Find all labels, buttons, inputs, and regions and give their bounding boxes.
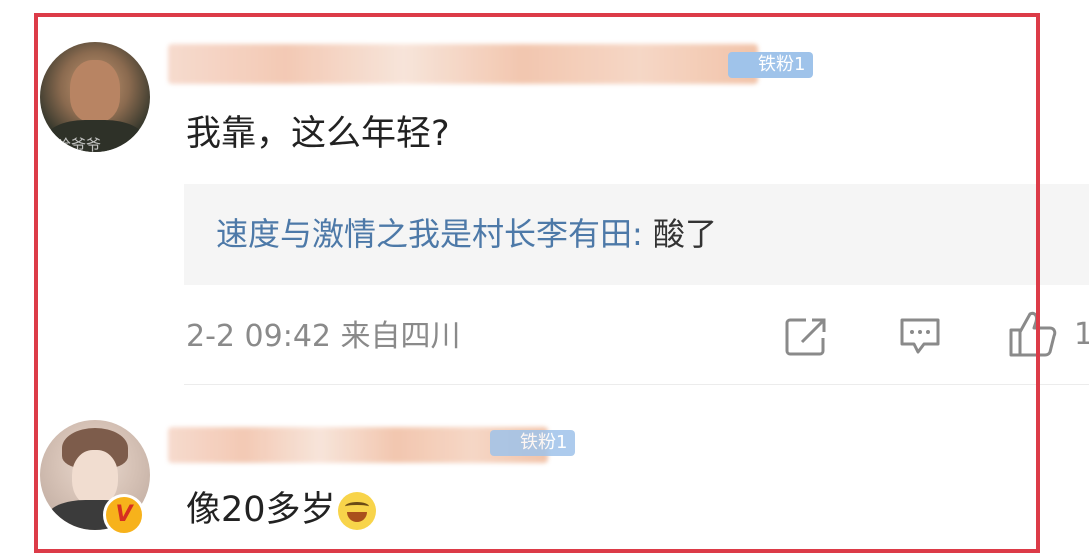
comment-icon[interactable] bbox=[898, 316, 942, 356]
comment-divider bbox=[184, 384, 1089, 385]
username-blurred[interactable] bbox=[168, 44, 758, 84]
thumbs-up-icon[interactable] bbox=[1008, 310, 1058, 358]
reply-separator: : bbox=[632, 215, 643, 253]
like-count: 1 bbox=[1074, 317, 1089, 352]
reply-preview[interactable]: 速度与激情之我是村长李有田: 酸了 bbox=[184, 184, 1089, 285]
reply-text: 酸了 bbox=[642, 215, 717, 253]
comment-meta: 2-2 09:42 来自四川 bbox=[186, 319, 461, 354]
verified-badge: V bbox=[103, 494, 145, 536]
laughing-crying-emoji-icon bbox=[337, 492, 376, 530]
fan-badge: 铁粉1 bbox=[728, 52, 814, 78]
fan-badge: 铁粉1 bbox=[490, 430, 576, 456]
share-icon[interactable] bbox=[784, 316, 828, 356]
user-avatar[interactable]: 哈爷爷 bbox=[40, 42, 150, 152]
avatar-watermark: 哈爷爷 bbox=[56, 136, 102, 152]
comment-text: 我靠，这么年轻? bbox=[186, 114, 450, 154]
comment-text-content: 像20多岁 bbox=[186, 490, 336, 530]
reply-author-link[interactable]: 速度与激情之我是村长李有田 bbox=[216, 215, 632, 253]
comment-text: 像20多岁 bbox=[186, 488, 376, 532]
